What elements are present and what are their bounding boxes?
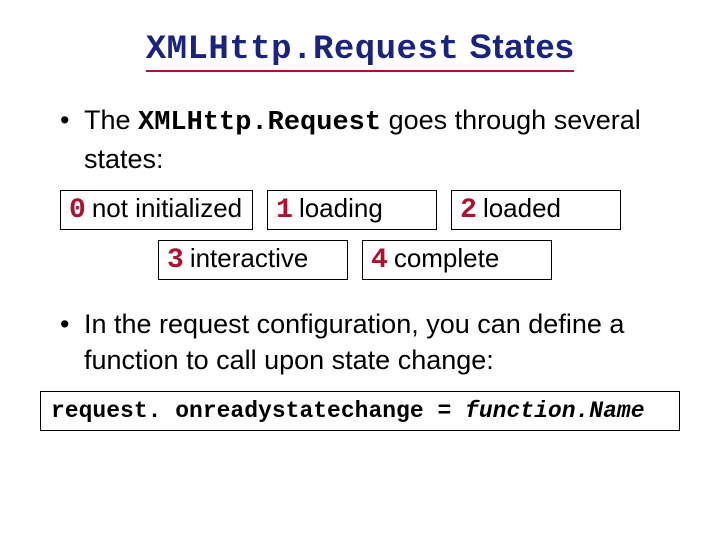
state-box-4: 4 complete xyxy=(362,240,552,280)
title-plain-part: States xyxy=(459,28,574,66)
bullet1-mono: XMLHttp.Request xyxy=(138,108,381,138)
state-label: loaded xyxy=(483,193,561,224)
slide-title-text: XMLHttp.Request States xyxy=(146,28,575,72)
bullet-item-2: In the request configuration, you can de… xyxy=(60,306,680,379)
state-box-2: 2 loaded xyxy=(451,190,621,230)
bullet-list: The XMLHttp.Request goes through several… xyxy=(30,102,690,178)
slide-title: XMLHttp.Request States xyxy=(30,28,690,72)
bullet1-pre: The xyxy=(84,105,138,135)
state-num: 4 xyxy=(371,245,388,276)
states-row-2: 3 interactive 4 complete xyxy=(60,240,690,280)
state-box-3: 3 interactive xyxy=(158,240,348,280)
state-label: complete xyxy=(394,243,500,274)
code-lhs: request. onreadystatechange = xyxy=(51,398,465,424)
bullet-list-2: In the request configuration, you can de… xyxy=(30,306,690,379)
state-num: 2 xyxy=(460,195,477,226)
title-mono-part: XMLHttp.Request xyxy=(146,31,460,69)
state-box-0: 0 not initialized xyxy=(60,190,253,230)
state-label: interactive xyxy=(190,243,309,274)
code-function-name: function.Name xyxy=(465,398,644,424)
states-container: 0 not initialized 1 loading 2 loaded 3 i… xyxy=(60,190,690,280)
bullet-item-1: The XMLHttp.Request goes through several… xyxy=(60,102,680,178)
state-num: 3 xyxy=(167,245,184,276)
states-row-1: 0 not initialized 1 loading 2 loaded xyxy=(60,190,690,230)
slide: XMLHttp.Request States The XMLHttp.Reque… xyxy=(0,0,720,540)
state-num: 0 xyxy=(69,195,86,226)
state-label: not initialized xyxy=(92,193,242,224)
state-box-1: 1 loading xyxy=(267,190,437,230)
state-num: 1 xyxy=(276,195,293,226)
code-box: request. onreadystatechange = function.N… xyxy=(40,391,680,431)
state-label: loading xyxy=(299,193,383,224)
